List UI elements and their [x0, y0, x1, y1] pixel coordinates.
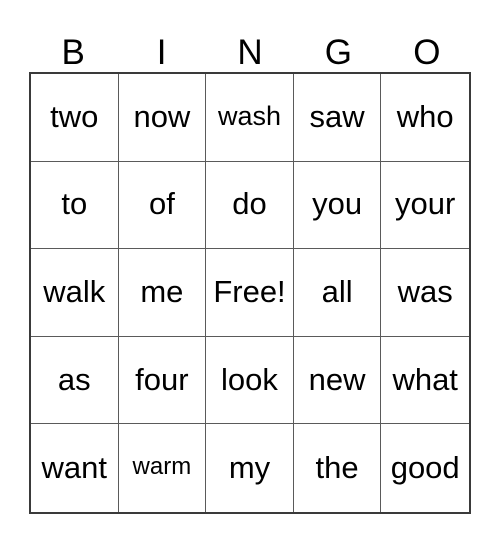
- bingo-cell-r2c4[interactable]: you: [293, 161, 382, 250]
- bingo-cell-r2c1[interactable]: to: [31, 161, 119, 250]
- bingo-cell-label: four: [135, 361, 189, 397]
- bingo-cell-label: good: [390, 449, 460, 485]
- bingo-cell-r1c1[interactable]: two: [31, 74, 119, 162]
- bingo-cell-r5c1[interactable]: want: [31, 424, 119, 512]
- bingo-cell-r2c5[interactable]: your: [381, 161, 469, 250]
- bingo-cell-r1c3[interactable]: wash: [206, 74, 294, 162]
- bingo-cell-label: warm: [132, 453, 192, 481]
- bingo-cell-r3c1[interactable]: walk: [31, 249, 119, 337]
- bingo-free-space-label: Free!: [213, 273, 286, 309]
- bingo-cell-r2c2[interactable]: of: [118, 161, 207, 250]
- bingo-cell-label: now: [133, 98, 191, 134]
- bingo-header-letter-g: G: [324, 33, 353, 72]
- bingo-cell-r1c2[interactable]: now: [118, 74, 207, 162]
- bingo-cell-r5c3[interactable]: my: [206, 424, 294, 512]
- bingo-cell-r3c2[interactable]: me: [118, 249, 207, 337]
- bingo-header-row: B I N G O: [29, 16, 471, 72]
- bingo-cell-r2c3[interactable]: do: [206, 161, 294, 250]
- bingo-cell-label: as: [57, 361, 91, 397]
- bingo-cell-r4c4[interactable]: new: [293, 336, 382, 425]
- bingo-cell-label: saw: [309, 98, 365, 134]
- bingo-cell-label: wash: [217, 100, 281, 131]
- bingo-card: B I N G O two now wash saw who to of do …: [0, 0, 500, 544]
- bingo-cell-label: my: [228, 449, 271, 485]
- bingo-cell-label: all: [321, 273, 353, 309]
- bingo-cell-label: me: [140, 273, 184, 309]
- bingo-header-letter-i: I: [156, 33, 167, 72]
- bingo-cell-label: do: [232, 186, 267, 222]
- bingo-cell-r1c5[interactable]: who: [381, 74, 469, 162]
- bingo-cell-label: of: [148, 186, 175, 222]
- bingo-cell-label: to: [61, 186, 88, 222]
- bingo-grid: two now wash saw who to of do you your w…: [29, 72, 471, 514]
- bingo-cell-r4c5[interactable]: what: [381, 336, 469, 425]
- bingo-cell-label: was: [397, 273, 453, 309]
- bingo-cell-label: you: [312, 186, 363, 222]
- bingo-cell-label: two: [50, 98, 99, 134]
- bingo-cell-free-space[interactable]: Free!: [206, 249, 294, 337]
- bingo-header-letter-n: N: [237, 33, 263, 72]
- bingo-cell-r3c4[interactable]: all: [293, 249, 382, 337]
- bingo-cell-r1c4[interactable]: saw: [293, 74, 382, 162]
- bingo-cell-label: who: [396, 98, 454, 134]
- bingo-header-letter-o: O: [413, 33, 441, 72]
- bingo-cell-label: the: [315, 449, 359, 485]
- bingo-cell-label: walk: [43, 273, 106, 309]
- bingo-cell-r3c5[interactable]: was: [381, 249, 469, 337]
- bingo-cell-r5c5[interactable]: good: [381, 424, 469, 512]
- bingo-cell-r5c4[interactable]: the: [293, 424, 382, 512]
- bingo-cell-label: your: [395, 186, 456, 222]
- bingo-cell-r4c3[interactable]: look: [206, 336, 294, 425]
- bingo-header-letter-b: B: [61, 33, 85, 72]
- bingo-cell-label: new: [308, 361, 366, 397]
- bingo-cell-r4c2[interactable]: four: [118, 336, 207, 425]
- bingo-cell-label: want: [41, 449, 108, 485]
- bingo-cell-r4c1[interactable]: as: [31, 336, 119, 425]
- bingo-cell-r5c2[interactable]: warm: [118, 424, 207, 512]
- bingo-cell-label: look: [221, 361, 278, 397]
- bingo-cell-label: what: [392, 361, 458, 397]
